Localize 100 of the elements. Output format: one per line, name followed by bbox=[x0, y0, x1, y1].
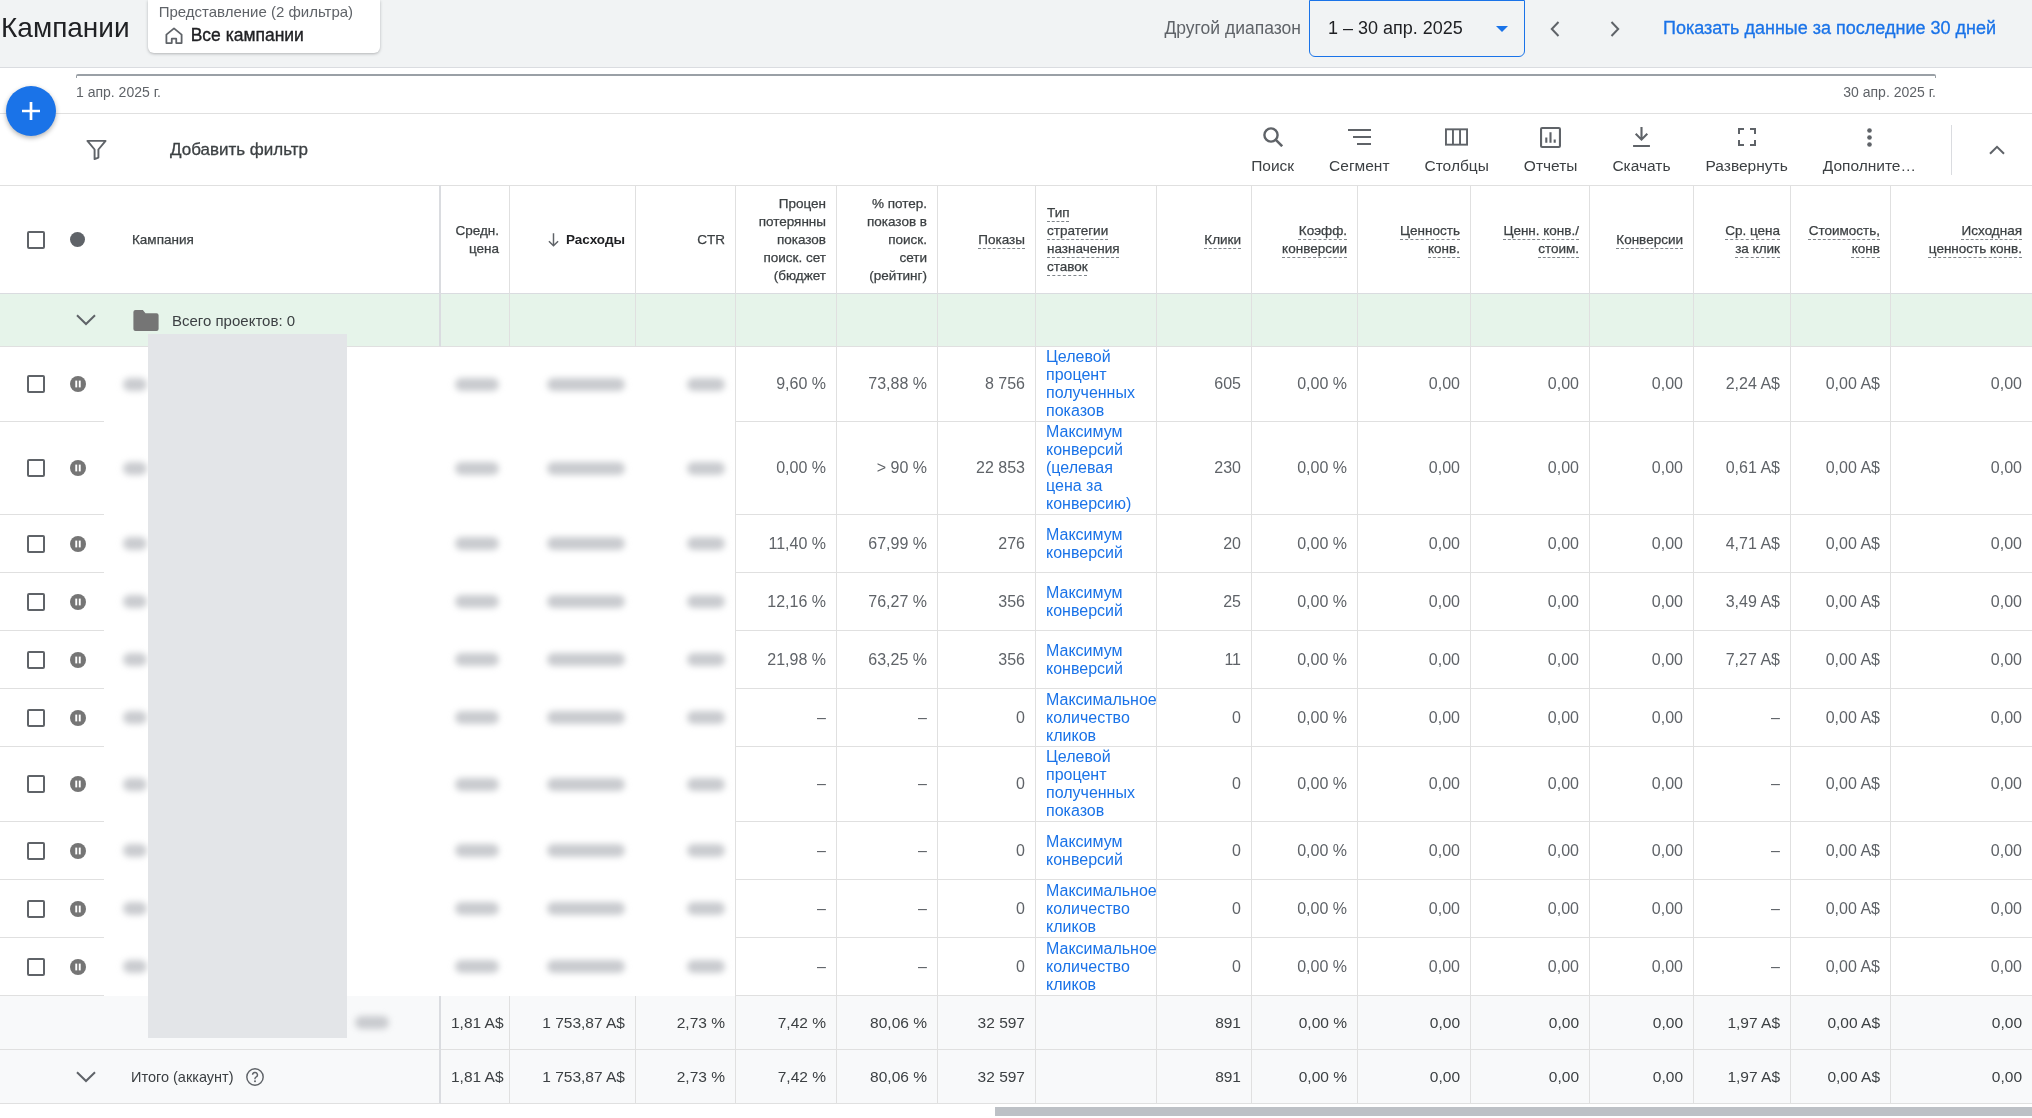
table-cell: 0,00 bbox=[1470, 631, 1589, 689]
circle-icon[interactable] bbox=[70, 232, 85, 247]
table-cell: 0,61 A$ bbox=[1693, 422, 1790, 515]
start-date-label: 1 апр. 2025 г. bbox=[76, 84, 161, 100]
strategy-link[interactable]: Максимум конверсий bbox=[1046, 583, 1150, 620]
columns-button[interactable]: Столбцы bbox=[1416, 114, 1497, 185]
chevron-right-icon bbox=[1609, 20, 1620, 37]
blurred-text bbox=[687, 653, 725, 666]
search-icon bbox=[1262, 127, 1283, 147]
strategy-link[interactable]: Максимум конверсий bbox=[1046, 641, 1150, 678]
more-button[interactable]: Дополните… bbox=[1814, 114, 1924, 185]
strategy-link[interactable]: Максимум конверсий bbox=[1046, 832, 1150, 869]
pause-icon[interactable] bbox=[70, 776, 86, 792]
table-cell: 0,00 % bbox=[735, 422, 836, 515]
add-button[interactable] bbox=[6, 86, 56, 136]
table-cell: 0,00 A$ bbox=[1790, 422, 1890, 515]
table-cell: 9,60 % bbox=[735, 347, 836, 422]
table-cell: 0,00 bbox=[1890, 996, 2032, 1050]
table-cell: 12,16 % bbox=[735, 573, 836, 631]
pause-icon[interactable] bbox=[70, 651, 86, 668]
table-cell: 0,00 bbox=[1890, 347, 2032, 422]
view-selector[interactable]: Представление (2 фильтра) Все кампании bbox=[147, 0, 380, 53]
table-cell: 0,00 bbox=[1890, 689, 2032, 747]
recent-period-link[interactable]: Показать данные за последние 30 дней bbox=[1662, 17, 1996, 39]
table-cell: 0,00 bbox=[1890, 422, 2032, 515]
segment-button[interactable]: Сегмент bbox=[1321, 114, 1398, 185]
table-cell: 0,00 bbox=[1589, 515, 1693, 573]
pause-icon[interactable] bbox=[70, 842, 86, 859]
pause-icon[interactable] bbox=[70, 593, 86, 610]
blurred-text bbox=[687, 377, 725, 391]
table-cell: 0,00 % bbox=[1251, 347, 1357, 422]
table-cell: 0,00 bbox=[1890, 631, 2032, 689]
pause-icon[interactable] bbox=[70, 376, 86, 392]
table-cell: – bbox=[1693, 747, 1790, 822]
expand-button[interactable]: Развернуть bbox=[1697, 114, 1796, 185]
add-filter-button[interactable]: Добавить фильтр bbox=[170, 139, 309, 160]
table-cell: 0,00 bbox=[1589, 996, 1693, 1050]
blurred-text bbox=[123, 653, 147, 666]
blurred-text bbox=[687, 777, 725, 791]
lines-icon bbox=[1347, 129, 1371, 145]
checkbox[interactable] bbox=[27, 534, 45, 553]
checkbox[interactable] bbox=[27, 957, 45, 976]
checkbox[interactable] bbox=[27, 592, 45, 611]
pause-icon[interactable] bbox=[70, 460, 86, 476]
blurred-text bbox=[455, 777, 499, 791]
table-cell: 0,00 bbox=[1357, 880, 1470, 938]
checkbox[interactable] bbox=[27, 899, 45, 918]
table-cell: 356 bbox=[937, 573, 1035, 631]
checkbox[interactable] bbox=[27, 459, 45, 477]
table-cell: 1 753,87 A$ bbox=[509, 1050, 635, 1104]
table-cell: 0 bbox=[937, 822, 1035, 880]
help-icon[interactable] bbox=[245, 1067, 264, 1086]
arrow-down-icon bbox=[548, 232, 559, 247]
blurred-text bbox=[355, 1016, 389, 1029]
download-button[interactable]: Скачать bbox=[1604, 114, 1679, 185]
date-range-dropdown[interactable]: 1 – 30 апр. 2025 bbox=[1308, 0, 1525, 57]
table-cell: 1 753,87 A$ bbox=[509, 996, 635, 1050]
blurred-text bbox=[687, 595, 725, 608]
table-cell: 0,00 bbox=[1470, 1050, 1589, 1104]
table-cell: 32 597 bbox=[937, 1050, 1035, 1104]
table-cell: – bbox=[836, 747, 937, 822]
blurred-text bbox=[455, 711, 499, 724]
table-cell: 0,00 A$ bbox=[1790, 996, 1890, 1050]
strategy-link[interactable]: Максимальное количество кликов bbox=[1046, 881, 1157, 936]
range-label: Другой диапазон bbox=[1164, 17, 1301, 39]
chevron-down-icon[interactable] bbox=[76, 314, 96, 326]
pause-icon[interactable] bbox=[70, 958, 86, 975]
reports-button[interactable]: Отчеты bbox=[1515, 114, 1586, 185]
search-button[interactable]: Поиск bbox=[1243, 114, 1303, 185]
pause-icon[interactable] bbox=[70, 709, 86, 726]
filter-icon[interactable] bbox=[86, 139, 107, 160]
checkbox[interactable] bbox=[27, 841, 45, 860]
table-cell: 0,00 % bbox=[1251, 689, 1357, 747]
table-cell: – bbox=[836, 689, 937, 747]
pause-icon[interactable] bbox=[70, 535, 86, 552]
checkbox[interactable] bbox=[27, 230, 45, 249]
table-cell: 0,00 bbox=[1357, 422, 1470, 515]
table-cell: 1,97 A$ bbox=[1693, 996, 1790, 1050]
strategy-link[interactable]: Максимальное количество кликов bbox=[1046, 939, 1157, 994]
blurred-text bbox=[123, 377, 147, 391]
scrollbar-thumb[interactable] bbox=[995, 1107, 2032, 1116]
strategy-link[interactable]: Целевой процент полученных показов bbox=[1046, 348, 1150, 420]
strategy-link[interactable]: Максимум конверсий bbox=[1046, 525, 1150, 562]
strategy-link[interactable]: Максимальное количество кликов bbox=[1046, 690, 1157, 745]
table-cell: – bbox=[735, 880, 836, 938]
chevron-up-icon bbox=[1989, 144, 2005, 155]
strategy-link[interactable]: Целевой процент полученных показов bbox=[1046, 748, 1150, 820]
checkbox[interactable] bbox=[27, 375, 45, 393]
table-cell: 67,99 % bbox=[836, 515, 937, 573]
pause-icon[interactable] bbox=[70, 900, 86, 917]
table-cell: 0,00 bbox=[1470, 515, 1589, 573]
checkbox[interactable] bbox=[27, 708, 45, 727]
checkbox[interactable] bbox=[27, 650, 45, 669]
strategy-link[interactable]: Максимум конверсий (целевая цена за конверсию) bbox=[1046, 423, 1150, 513]
table-cell: 0,00 A$ bbox=[1790, 880, 1890, 938]
checkbox[interactable] bbox=[27, 775, 45, 793]
chevron-down-icon[interactable] bbox=[76, 1070, 96, 1083]
table-cell: 22 853 bbox=[937, 422, 1035, 515]
table-cell: 0,00 bbox=[1589, 347, 1693, 422]
totals-label: Итого (аккаунт) bbox=[131, 1068, 234, 1085]
